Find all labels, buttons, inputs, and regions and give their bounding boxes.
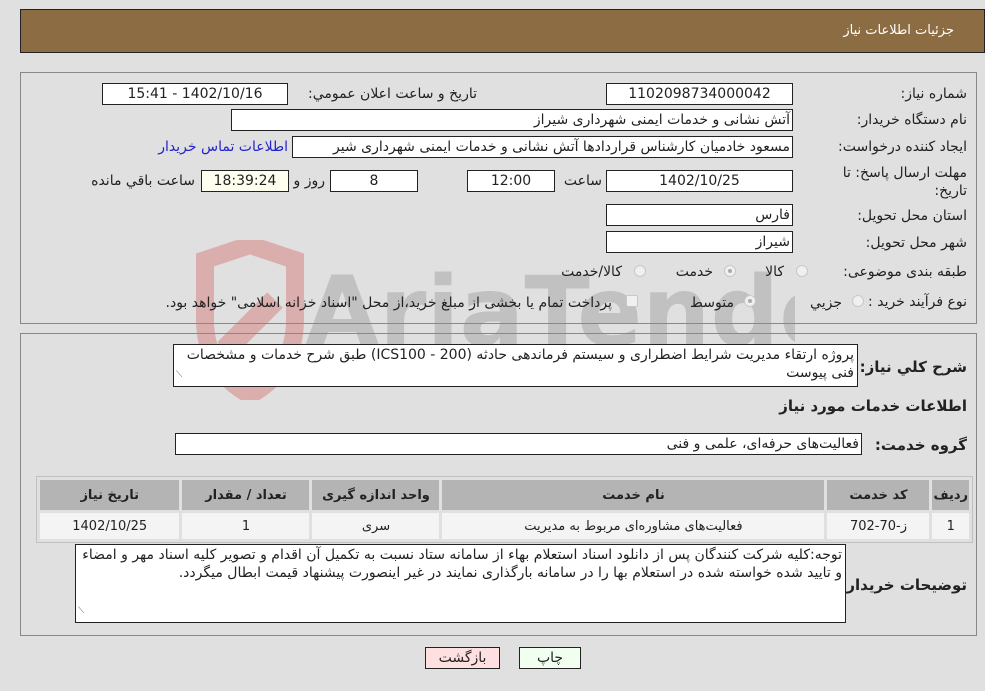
cell-service-name: فعالیت‌های مشاوره‌ای مربوط به مدیریت: [439, 510, 828, 542]
purchase-option-minor: جزيي: [810, 295, 842, 311]
category-option-service: خدمت: [675, 264, 713, 280]
days-field[interactable]: 8: [330, 170, 418, 192]
col-row: ردیف: [929, 477, 972, 513]
need-number-field[interactable]: 1102098734000042: [606, 83, 793, 105]
buyer-notes-text: توجه:کلیه شرکت کنندگان پس از دانلود اسنا…: [82, 547, 842, 581]
province-label: استان محل تحویل:: [857, 208, 967, 224]
cell-quantity: 1: [179, 510, 313, 542]
treasury-checkbox[interactable]: [626, 295, 638, 307]
description-label: شرح کلي نیاز:: [859, 358, 967, 376]
category-radio-goods-service[interactable]: [634, 265, 646, 277]
resize-grip-icon[interactable]: ⟋: [78, 602, 84, 620]
buyer-notes-textarea[interactable]: توجه:کلیه شرکت کنندگان پس از دانلود اسنا…: [75, 544, 846, 623]
requester-field[interactable]: مسعود خادمیان کارشناس قراردادها آتش نشان…: [292, 136, 793, 158]
buyer-org-label: نام دستگاه خریدار:: [856, 112, 967, 128]
page-header: جزئیات اطلاعات نیاز: [20, 9, 985, 53]
col-unit: واحد اندازه گیری: [309, 477, 443, 513]
deadline-time-label: ساعت: [563, 173, 602, 189]
services-table: ردیف کد خدمت نام خدمت واحد اندازه گیری ت…: [36, 477, 972, 542]
services-table-wrap: ردیف کد خدمت نام خدمت واحد اندازه گیری ت…: [36, 476, 973, 543]
remaining-time-field: 18:39:24: [201, 170, 289, 192]
back-button[interactable]: بازگشت: [425, 647, 500, 669]
buyer-org-field[interactable]: آتش نشانی و خدمات ایمنی شهرداری شیراز: [231, 109, 793, 131]
service-group-field[interactable]: فعالیت‌های حرفه‌ای، علمی و فنی: [175, 433, 862, 455]
city-label: شهر محل تحویل:: [865, 235, 967, 251]
purchase-radio-minor[interactable]: [852, 295, 864, 307]
table-header-row: ردیف کد خدمت نام خدمت واحد اندازه گیری ت…: [36, 477, 972, 513]
description-textarea[interactable]: پروژه ارتقاء مدیریت شرایط اضطراری و سیست…: [173, 344, 858, 387]
days-label: روز و: [293, 173, 326, 189]
buyer-notes-label: توضیحات خریدار:: [840, 576, 967, 594]
category-radio-goods[interactable]: [796, 265, 808, 277]
print-button[interactable]: چاپ: [519, 647, 581, 669]
announce-datetime-field[interactable]: 1402/10/16 - 15:41: [102, 83, 288, 105]
treasury-note: پرداخت تمام یا بخشی از مبلغ خرید،از محل …: [165, 295, 612, 311]
city-field[interactable]: شیراز: [606, 231, 793, 253]
cell-row: 1: [929, 510, 972, 542]
deadline-date-field[interactable]: 1402/10/25: [606, 170, 793, 192]
category-option-goods-service: کالا/خدمت: [561, 264, 622, 280]
deadline-label: مهلت ارسال پاسخ: تا تاریخ:: [842, 165, 967, 199]
category-option-goods: کالا: [765, 264, 784, 280]
purchase-type-label: نوع فرآیند خرید :: [868, 294, 967, 310]
col-service-name: نام خدمت: [439, 477, 828, 513]
deadline-time-field[interactable]: 12:00: [467, 170, 555, 192]
purchase-option-medium: متوسط: [690, 295, 734, 311]
table-row: 1 ز-70-702 فعالیت‌های مشاوره‌ای مربوط به…: [36, 510, 972, 542]
announce-datetime-label: تاریخ و ساعت اعلان عمومي:: [308, 86, 477, 102]
col-service-code: کد خدمت: [824, 477, 933, 513]
need-number-label: شماره نیاز:: [900, 86, 968, 102]
description-text: پروژه ارتقاء مدیریت شرایط اضطراری و سیست…: [186, 347, 854, 381]
category-label: طبقه بندی موضوعی:: [843, 264, 967, 280]
cell-need-date: 1402/10/25: [36, 510, 183, 542]
requester-label: ایجاد کننده درخواست:: [838, 139, 967, 155]
category-radio-service[interactable]: [724, 265, 736, 277]
province-field[interactable]: فارس: [606, 204, 793, 226]
services-section-title: اطلاعات خدمات مورد نیاز: [779, 397, 967, 415]
resize-grip-icon[interactable]: ⟋: [176, 366, 182, 384]
col-quantity: تعداد / مقدار: [179, 477, 313, 513]
buyer-contact-link[interactable]: اطلاعات تماس خریدار: [158, 139, 288, 155]
cell-service-code: ز-70-702: [824, 510, 933, 542]
service-group-label: گروه خدمت:: [874, 436, 967, 454]
cell-unit: سری: [309, 510, 443, 542]
remaining-time-label: ساعت باقي مانده: [91, 173, 195, 189]
page-title: جزئیات اطلاعات نیاز: [843, 23, 954, 38]
purchase-radio-medium[interactable]: [744, 295, 756, 307]
col-need-date: تاریخ نیاز: [36, 477, 183, 513]
